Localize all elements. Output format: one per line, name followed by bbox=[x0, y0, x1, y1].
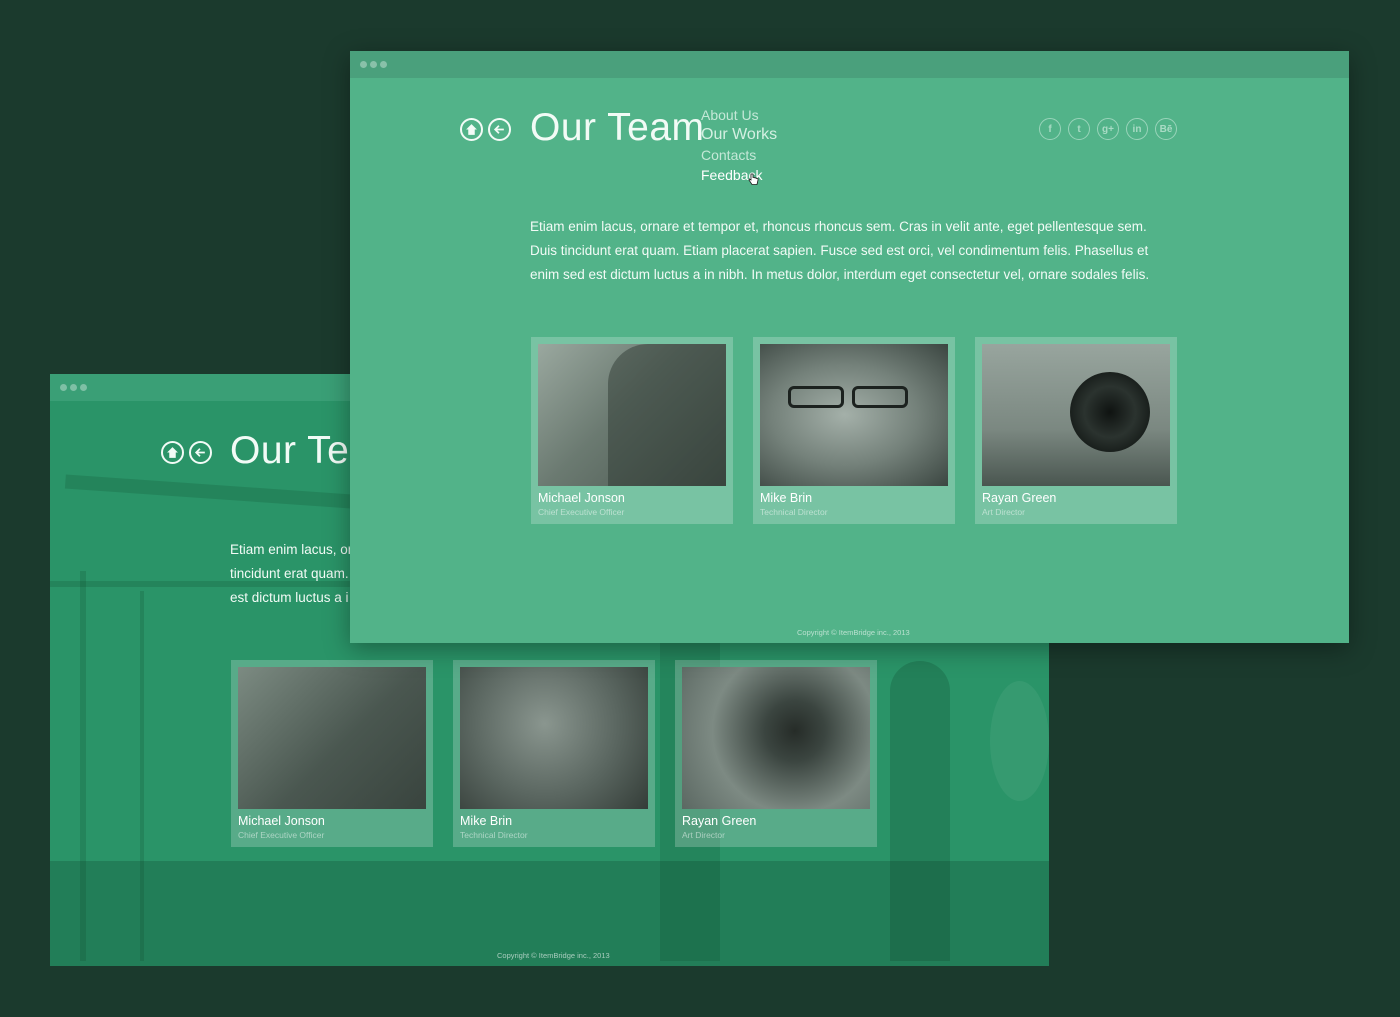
menu-item-about-us[interactable]: About Us bbox=[701, 105, 777, 125]
back-arrow-icon[interactable] bbox=[189, 441, 212, 464]
behance-icon[interactable]: Bē bbox=[1155, 118, 1177, 140]
team-member-role: Chief Executive Officer bbox=[538, 507, 625, 517]
back-arrow-icon[interactable] bbox=[488, 118, 511, 141]
back-team-cards: Michael Jonson Chief Executive Officer M… bbox=[231, 660, 877, 847]
front-window-titlebar bbox=[350, 51, 1349, 78]
window-dot bbox=[60, 384, 67, 391]
copyright: Copyright © ItemBridge inc., 2013 bbox=[797, 628, 910, 637]
team-card[interactable]: Michael Jonson Chief Executive Officer bbox=[531, 337, 733, 524]
menu-item-feedback[interactable]: Feedback bbox=[701, 165, 777, 185]
team-photo bbox=[538, 344, 726, 486]
team-member-name: Rayan Green bbox=[682, 814, 757, 828]
menu-item-contacts[interactable]: Contacts bbox=[701, 145, 777, 165]
team-member-role: Chief Executive Officer bbox=[238, 830, 325, 840]
team-member-name: Mike Brin bbox=[760, 491, 813, 505]
team-member-name: Rayan Green bbox=[982, 491, 1057, 505]
window-dot bbox=[360, 61, 367, 68]
team-member-name: Mike Brin bbox=[460, 814, 513, 828]
back-intro-line: est dictum luctus a i bbox=[230, 590, 349, 605]
team-member-name: Michael Jonson bbox=[538, 491, 625, 505]
window-dot bbox=[80, 384, 87, 391]
home-icon[interactable] bbox=[460, 118, 483, 141]
intro-text: Etiam enim lacus, ornare et tempor et, r… bbox=[530, 219, 1150, 282]
team-photo bbox=[238, 667, 426, 809]
facebook-icon[interactable]: f bbox=[1039, 118, 1061, 140]
social-links: f t g+ in Bē bbox=[1039, 118, 1177, 140]
back-intro-text: Etiam enim lacus, or tincidunt erat quam… bbox=[230, 538, 360, 610]
team-photo bbox=[682, 667, 870, 809]
team-photo bbox=[760, 344, 948, 486]
team-member-name: Michael Jonson bbox=[238, 814, 325, 828]
back-intro-line: Etiam enim lacus, or bbox=[230, 542, 353, 557]
team-member-role: Technical Director bbox=[760, 507, 828, 517]
window-dot bbox=[70, 384, 77, 391]
window-dot bbox=[380, 61, 387, 68]
team-member-role: Art Director bbox=[982, 507, 1025, 517]
back-nav-icons bbox=[161, 441, 212, 464]
front-browser-window: Our Team About Us Our Works Contacts Fee… bbox=[350, 51, 1349, 643]
back-intro-line: tincidunt erat quam. bbox=[230, 566, 349, 581]
team-card[interactable]: Mike Brin Technical Director bbox=[453, 660, 655, 847]
team-member-role: Technical Director bbox=[460, 830, 528, 840]
team-photo bbox=[460, 667, 648, 809]
team-member-role: Art Director bbox=[682, 830, 725, 840]
twitter-icon[interactable]: t bbox=[1068, 118, 1090, 140]
menu-item-our-works[interactable]: Our Works bbox=[701, 125, 777, 145]
main-menu: About Us Our Works Contacts Feedback bbox=[701, 105, 777, 185]
team-card[interactable]: Rayan Green Art Director bbox=[675, 660, 877, 847]
window-dot bbox=[370, 61, 377, 68]
team-photo bbox=[982, 344, 1170, 486]
page-title: Our Team bbox=[530, 106, 705, 149]
team-cards: Michael Jonson Chief Executive Officer M… bbox=[531, 337, 1177, 524]
google-plus-icon[interactable]: g+ bbox=[1097, 118, 1119, 140]
home-icon[interactable] bbox=[161, 441, 184, 464]
linkedin-icon[interactable]: in bbox=[1126, 118, 1148, 140]
team-card[interactable]: Rayan Green Art Director bbox=[975, 337, 1177, 524]
hand-cursor-icon bbox=[748, 173, 759, 185]
back-copyright: Copyright © ItemBridge inc., 2013 bbox=[497, 951, 610, 960]
team-card[interactable]: Mike Brin Technical Director bbox=[753, 337, 955, 524]
front-nav-icons bbox=[460, 118, 511, 141]
team-card[interactable]: Michael Jonson Chief Executive Officer bbox=[231, 660, 433, 847]
